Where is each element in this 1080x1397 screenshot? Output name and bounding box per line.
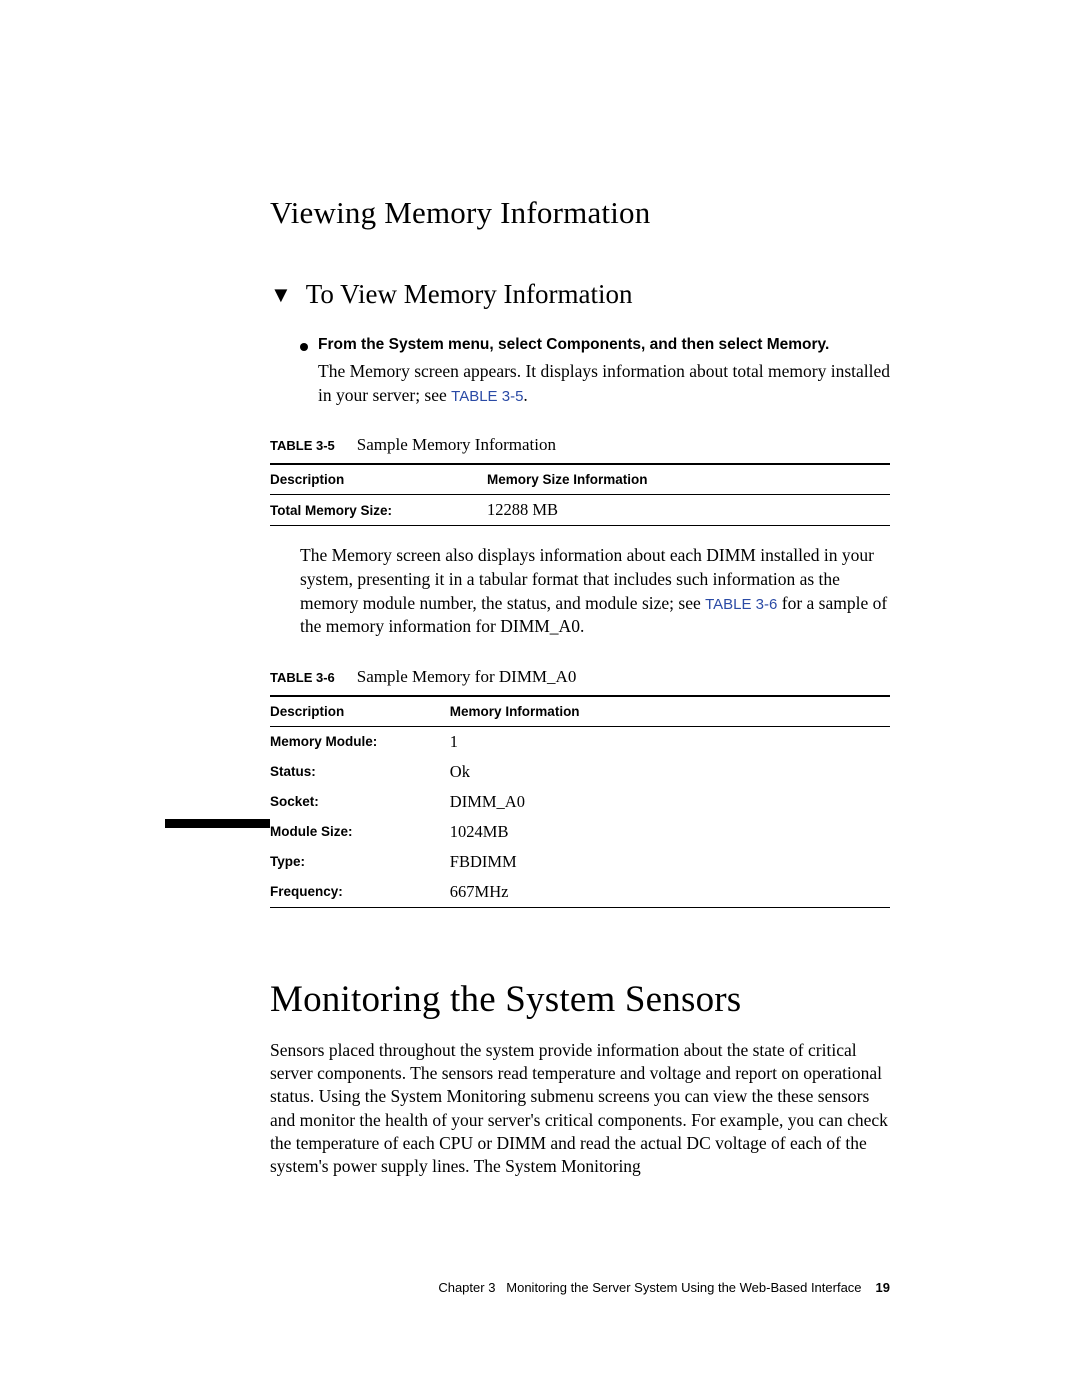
procedure-heading-row: ▼ To View Memory Information <box>270 279 890 310</box>
cell-val: DIMM_A0 <box>450 787 890 817</box>
cell-desc: Type: <box>270 847 450 877</box>
cell-desc: Socket: <box>270 787 450 817</box>
section-heading-viewing-memory: Viewing Memory Information <box>270 195 890 231</box>
sensors-paragraph: Sensors placed throughout the system pro… <box>270 1039 890 1179</box>
cell-val: 1 <box>450 726 890 757</box>
cell-val: 12288 MB <box>487 495 890 526</box>
page-footer: Chapter 3 Monitoring the Server System U… <box>438 1280 890 1295</box>
table-row: Socket: DIMM_A0 <box>270 787 890 817</box>
triangle-down-icon: ▼ <box>270 284 292 306</box>
table-header: Description <box>270 696 450 727</box>
cell-desc: Frequency: <box>270 877 450 908</box>
table-3-5-title: Sample Memory Information <box>357 435 556 454</box>
cell-desc: Memory Module: <box>270 726 450 757</box>
cell-desc: Module Size: <box>270 817 450 847</box>
step-description: The Memory screen appears. It displays i… <box>318 360 890 407</box>
table-3-5-caption: TABLE 3-5 Sample Memory Information <box>270 435 890 455</box>
table-row: Memory Module: 1 <box>270 726 890 757</box>
bullet-icon <box>300 343 308 351</box>
section-heading-monitoring-sensors: Monitoring the System Sensors <box>270 978 890 1021</box>
cell-val: FBDIMM <box>450 847 890 877</box>
table-header: Memory Size Information <box>487 464 890 495</box>
cell-val: 667MHz <box>450 877 890 908</box>
table-row: Type: FBDIMM <box>270 847 890 877</box>
table-3-6-title: Sample Memory for DIMM_A0 <box>357 667 577 686</box>
footer-title: Monitoring the Server System Using the W… <box>506 1280 861 1295</box>
table-3-6-label: TABLE 3-6 <box>270 670 335 685</box>
cell-val: Ok <box>450 757 890 787</box>
table-3-5-label: TABLE 3-5 <box>270 438 335 453</box>
cell-desc: Status: <box>270 757 450 787</box>
dimm-paragraph: The Memory screen also displays informat… <box>300 544 890 639</box>
table-row: Status: Ok <box>270 757 890 787</box>
procedure-step: From the System menu, select Components,… <box>300 336 890 407</box>
table-3-6-caption: TABLE 3-6 Sample Memory for DIMM_A0 <box>270 667 890 687</box>
step-instruction: From the System menu, select Components,… <box>318 336 829 354</box>
cell-desc: Total Memory Size: <box>270 495 487 526</box>
section-marker-bar <box>165 819 270 828</box>
footer-chapter: Chapter 3 <box>438 1280 495 1295</box>
step-text-1-end: . <box>523 385 527 405</box>
page-number: 19 <box>876 1280 890 1295</box>
table-row: Frequency: 667MHz <box>270 877 890 908</box>
table-3-5: Description Memory Size Information Tota… <box>270 463 890 526</box>
procedure-heading: To View Memory Information <box>306 279 633 310</box>
table-header: Description <box>270 464 487 495</box>
step-text-1: The Memory screen appears. It displays i… <box>318 361 890 405</box>
table-row: Total Memory Size: 12288 MB <box>270 495 890 526</box>
table-3-5-link[interactable]: TABLE 3-5 <box>451 388 523 405</box>
table-header: Memory Information <box>450 696 890 727</box>
table-row: Module Size: 1024MB <box>270 817 890 847</box>
cell-val: 1024MB <box>450 817 890 847</box>
table-3-6: Description Memory Information Memory Mo… <box>270 695 890 908</box>
table-3-6-link[interactable]: TABLE 3-6 <box>705 596 777 613</box>
